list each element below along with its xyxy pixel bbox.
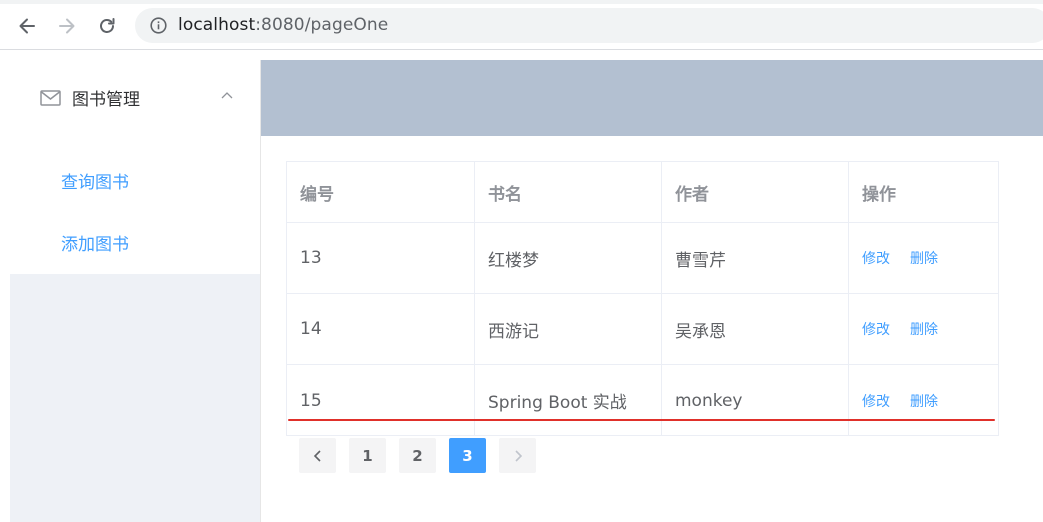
address-bar[interactable]: localhost:8080/pageOne [135,8,1043,43]
cell-id: 13 [287,223,475,293]
edit-button[interactable]: 修改 [862,319,890,339]
chevron-up-icon [221,92,233,99]
browser-toolbar: localhost:8080/pageOne [0,0,1043,50]
url-path: :8080/pageOne [255,15,389,35]
url-text[interactable]: localhost:8080/pageOne [178,15,388,35]
submenu-label: 图书管理 [72,90,140,110]
edit-button[interactable]: 修改 [862,391,890,411]
reload-icon [100,18,115,33]
column-header-author: 作者 [662,162,849,222]
column-header-id: 编号 [287,162,475,222]
cell-id: 14 [287,294,475,364]
cell-actions: 修改 删除 [849,365,998,436]
mail-icon [40,90,61,106]
table-row: 13 红楼梦 曹雪芹 修改 删除 [287,223,998,294]
reload-button[interactable] [91,10,123,42]
prev-page-button[interactable] [299,438,336,473]
cell-name: 西游记 [475,294,662,364]
column-header-actions: 操作 [862,184,896,205]
table-row: 14 西游记 吴承恩 修改 删除 [287,294,998,365]
page-1-button[interactable]: 1 [349,438,386,473]
page-2-button[interactable]: 2 [399,438,436,473]
cell-actions: 修改 删除 [849,223,998,293]
cell-author: 吴承恩 [662,294,849,364]
delete-button[interactable]: 删除 [910,319,938,339]
page-header [261,60,1043,136]
arrow-left-icon [19,18,35,34]
delete-button[interactable]: 删除 [910,391,938,411]
url-host: localhost [178,15,256,35]
arrow-right-icon [59,18,75,34]
info-icon[interactable] [150,17,167,34]
sidebar-menu: 图书管理 查询图书 添加图书 [10,60,260,274]
chevron-right-icon [514,449,522,462]
sidebar-item-query-books[interactable]: 查询图书 [10,152,260,208]
edit-button[interactable]: 修改 [862,248,890,268]
cell-author: monkey [662,365,849,436]
cell-actions: 修改 删除 [849,294,998,364]
back-button[interactable] [11,10,43,42]
highlight-underline [288,419,995,421]
forward-button[interactable] [51,10,83,42]
sidebar-item-add-book[interactable]: 添加图书 [10,214,260,270]
column-header-name: 书名 [475,162,662,222]
cell-name: Spring Boot 实战 [475,365,662,436]
chevron-left-icon [313,449,321,462]
tab-strip [0,0,1043,4]
cell-name: 红楼梦 [475,223,662,293]
sidebar: 图书管理 查询图书 添加图书 [10,60,261,522]
next-page-button[interactable] [499,438,536,473]
delete-button[interactable]: 删除 [910,248,938,268]
book-table: 编号 书名 作者 操作 13 红楼梦 曹雪芹 修改 删除 14 西游记 吴承恩 … [286,161,999,436]
page-3-button-active[interactable]: 3 [449,438,486,473]
table-row: 15 Spring Boot 实战 monkey 修改 删除 [287,365,998,436]
sidebar-item-label: 添加图书 [61,235,129,255]
table-header-row: 编号 书名 作者 操作 [287,162,998,223]
submenu-book-management[interactable]: 图书管理 [10,60,260,134]
sidebar-item-label: 查询图书 [61,173,129,193]
cell-author: 曹雪芹 [662,223,849,293]
cell-id: 15 [287,365,475,436]
